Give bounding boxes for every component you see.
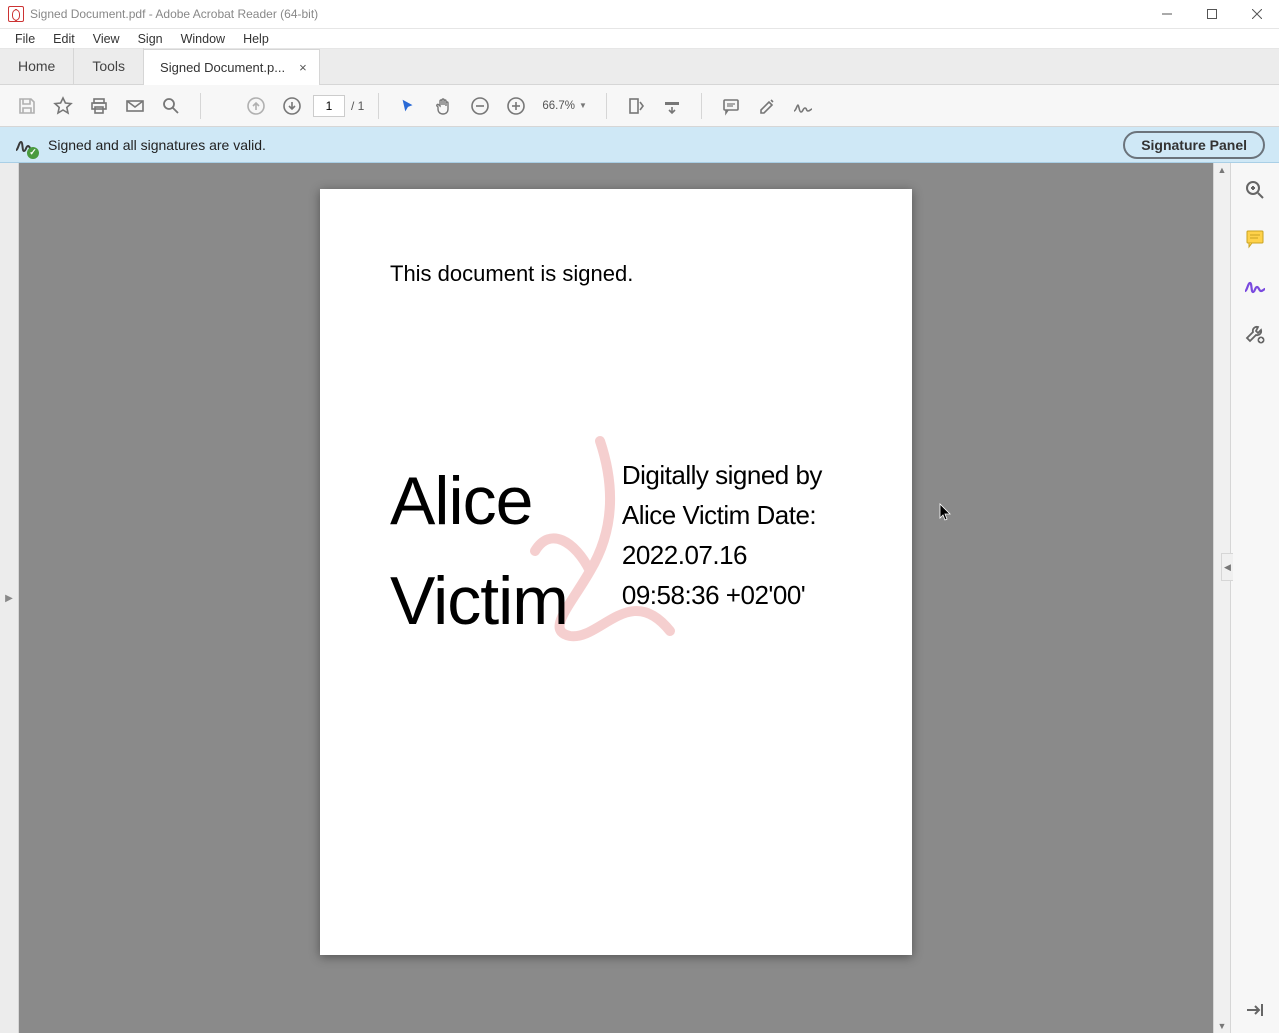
find-icon[interactable] (156, 91, 186, 121)
save-icon[interactable] (12, 91, 42, 121)
minimize-button[interactable] (1144, 0, 1189, 29)
app-icon (8, 6, 24, 22)
sign-icon[interactable] (788, 91, 818, 121)
pdf-page: This document is signed. Alice Victim Di… (320, 189, 912, 955)
toolbar: / 1 66.7% ▼ (0, 85, 1279, 127)
tab-tools[interactable]: Tools (74, 48, 144, 84)
main-area: ▶ This document is signed. Alice Victim … (0, 163, 1279, 1033)
document-canvas[interactable]: This document is signed. Alice Victim Di… (19, 163, 1213, 1033)
chevron-down-icon: ▼ (579, 101, 587, 110)
close-tab-button[interactable]: × (299, 60, 307, 75)
signature-block[interactable]: Alice Victim Digitally signed by Alice V… (390, 451, 842, 651)
comment-icon[interactable] (716, 91, 746, 121)
signature-status-bar: ✓ Signed and all signatures are valid. S… (0, 127, 1279, 163)
more-tools-icon[interactable] (1242, 321, 1268, 347)
highlight-icon[interactable] (752, 91, 782, 121)
toolbar-separator (200, 93, 201, 119)
zoom-value: 66.7% (542, 100, 575, 112)
menubar: File Edit View Sign Window Help (0, 29, 1279, 49)
search-plus-icon[interactable] (1242, 177, 1268, 203)
signature-valid-icon: ✓ (14, 134, 36, 156)
close-window-button[interactable] (1234, 0, 1279, 29)
menu-edit[interactable]: Edit (44, 32, 84, 46)
menu-help[interactable]: Help (234, 32, 278, 46)
signature-status-text: Signed and all signatures are valid. (48, 137, 266, 153)
tab-home[interactable]: Home (0, 48, 74, 84)
menu-file[interactable]: File (6, 32, 44, 46)
maximize-button[interactable] (1189, 0, 1234, 29)
page-indicator: / 1 (313, 95, 364, 117)
sticky-note-icon[interactable] (1242, 225, 1268, 251)
menu-sign[interactable]: Sign (129, 32, 172, 46)
page-total: / 1 (351, 99, 364, 113)
mail-icon[interactable] (120, 91, 150, 121)
document-body-text: This document is signed. (390, 261, 842, 287)
signature-details: Digitally signed by Alice Victim Date: 2… (622, 451, 842, 651)
zoom-in-icon[interactable] (501, 91, 531, 121)
pan-tool-icon[interactable] (429, 91, 459, 121)
zoom-select[interactable]: 66.7% ▼ (537, 95, 592, 117)
fill-sign-icon[interactable] (1242, 273, 1268, 299)
print-icon[interactable] (84, 91, 114, 121)
chevron-right-icon: ▶ (5, 593, 13, 604)
fit-width-icon[interactable] (621, 91, 651, 121)
toolbar-separator (378, 93, 379, 119)
zoom-out-icon[interactable] (465, 91, 495, 121)
menu-view[interactable]: View (84, 32, 129, 46)
select-tool-icon[interactable] (393, 91, 423, 121)
right-pane-toggle[interactable]: ◀ (1221, 553, 1233, 581)
star-icon[interactable] (48, 91, 78, 121)
page-input[interactable] (313, 95, 345, 117)
window-title: Signed Document.pdf - Adobe Acrobat Read… (30, 7, 318, 21)
vertical-scrollbar[interactable]: ▲ ▼ (1213, 163, 1230, 1033)
window-titlebar: Signed Document.pdf - Adobe Acrobat Read… (0, 0, 1279, 29)
signer-name: Alice Victim (390, 451, 622, 651)
left-pane-toggle[interactable]: ▶ (0, 163, 19, 1033)
scroll-down-icon[interactable]: ▼ (1214, 1021, 1230, 1031)
page-up-icon[interactable] (241, 91, 271, 121)
expand-pane-icon[interactable] (1242, 997, 1268, 1023)
fit-page-icon[interactable] (657, 91, 687, 121)
tab-document-label: Signed Document.p... (160, 60, 285, 75)
tab-row: Home Tools Signed Document.p... × (0, 49, 1279, 85)
signature-panel-button[interactable]: Signature Panel (1123, 131, 1265, 159)
toolbar-separator (701, 93, 702, 119)
tab-document[interactable]: Signed Document.p... × (144, 49, 320, 85)
page-down-icon[interactable] (277, 91, 307, 121)
scroll-up-icon[interactable]: ▲ (1214, 165, 1230, 175)
menu-window[interactable]: Window (172, 32, 234, 46)
toolbar-separator (606, 93, 607, 119)
right-tools-pane: ◀ (1230, 163, 1279, 1033)
mouse-cursor-icon (939, 503, 953, 523)
